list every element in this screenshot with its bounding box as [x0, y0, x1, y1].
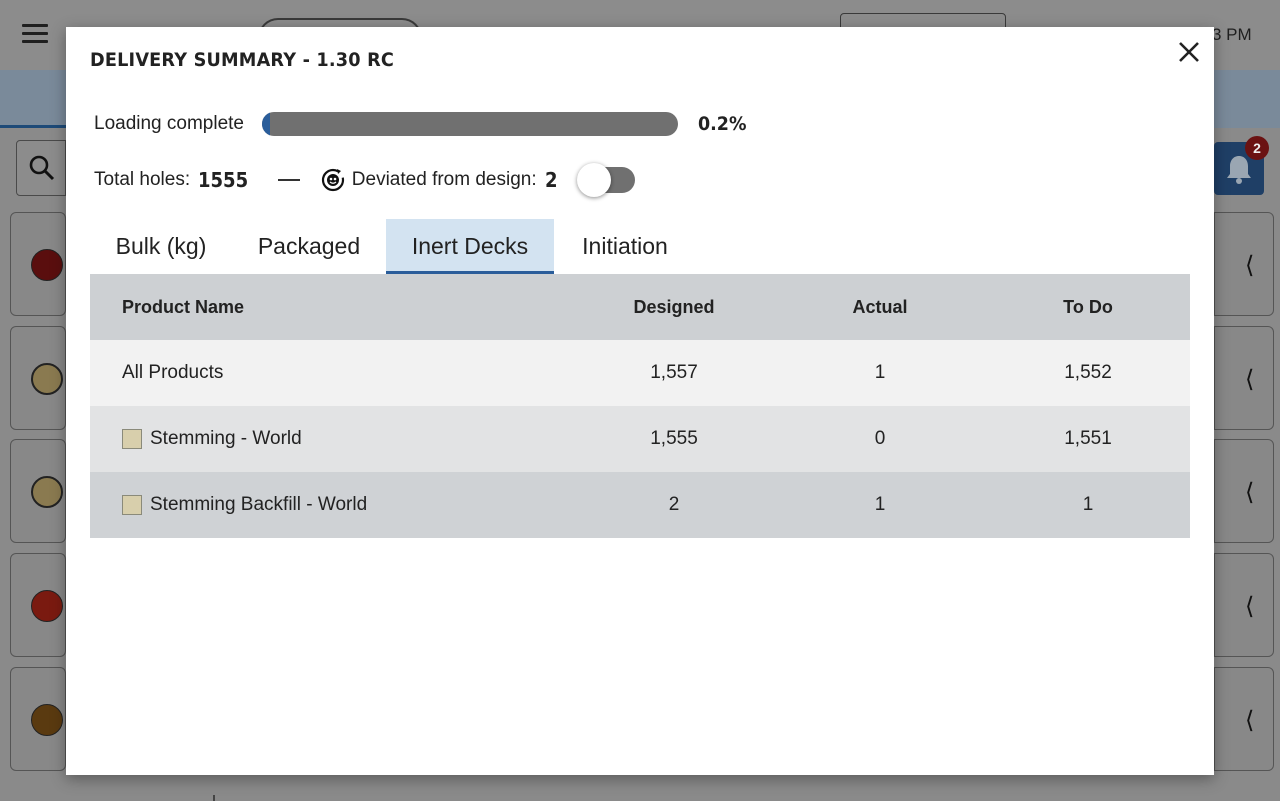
search-icon	[29, 155, 55, 181]
progress-percent: 0.2%	[698, 113, 747, 135]
tab-packaged[interactable]: Packaged	[232, 219, 386, 274]
actual-cell: 1	[874, 494, 886, 515]
header-actual: Actual	[852, 296, 908, 317]
tab-inert-decks[interactable]: Inert Decks	[386, 219, 554, 274]
actual-cell: 1	[874, 362, 886, 383]
hole-icon	[31, 363, 63, 395]
todo-cell: 1	[1082, 494, 1094, 515]
toggle-knob	[576, 163, 611, 197]
app-tab-indicator	[0, 125, 66, 128]
actual-cell: 0	[874, 428, 886, 449]
table-row: All Products 1,557 1 1,552	[90, 340, 1190, 406]
product-color-swatch	[122, 495, 142, 515]
stats-row: Total holes: 1555 Deviated from design: …	[94, 163, 635, 197]
list-item-action[interactable]: ⟨	[1214, 439, 1274, 543]
product-color-swatch	[122, 429, 142, 449]
deviated-toggle[interactable]	[576, 163, 635, 197]
status-dot-icon	[31, 249, 63, 281]
notification-badge: 2	[1245, 136, 1269, 160]
deviated-label: Deviated from design:	[351, 169, 537, 190]
drill-icon	[31, 590, 63, 622]
header-product-name: Product Name	[122, 296, 245, 317]
product-name-cell: Stemming Backfill - World	[90, 494, 574, 516]
todo-cell: 1,552	[1064, 362, 1112, 383]
loading-label: Loading complete	[94, 113, 244, 134]
designed-cell: 1,555	[650, 428, 698, 449]
divider	[213, 795, 215, 801]
list-item-action[interactable]: ⟨	[1214, 326, 1274, 430]
product-name-cell: Stemming - World	[90, 428, 574, 450]
list-item-action[interactable]: ⟨	[1214, 667, 1274, 771]
header-designed: Designed	[633, 296, 715, 317]
shovel-icon	[31, 704, 63, 736]
tab-initiation[interactable]: Initiation	[554, 219, 696, 274]
inert-decks-table: Product Name Designed Actual To Do All P…	[90, 274, 1190, 538]
tab-bulk[interactable]: Bulk (kg)	[90, 219, 232, 274]
table-header: Product Name Designed Actual To Do	[90, 274, 1190, 340]
product-name: Stemming - World	[150, 428, 302, 449]
header-todo: To Do	[1063, 296, 1113, 317]
total-holes-label: Total holes:	[94, 169, 191, 190]
deviation-icon	[321, 168, 344, 192]
list-item[interactable]	[10, 553, 66, 657]
search-button[interactable]	[16, 140, 66, 196]
loading-progress: Loading complete 0.2%	[94, 111, 751, 137]
table-row: Stemming - World 1,555 0 1,551	[90, 406, 1190, 472]
list-item[interactable]	[10, 212, 66, 316]
todo-cell: 1,551	[1064, 428, 1112, 449]
chevron-icon: ⟨	[1245, 479, 1255, 506]
chevron-icon: ⟨	[1245, 593, 1255, 620]
list-item[interactable]	[10, 326, 66, 430]
chevron-icon: ⟨	[1245, 366, 1255, 393]
clock-text: 3 PM	[1212, 25, 1252, 44]
progress-bar-fill	[262, 112, 271, 136]
list-item-action[interactable]: ⟨	[1214, 553, 1274, 657]
deviated-value: 2	[544, 168, 558, 192]
designed-cell: 2	[668, 494, 680, 515]
chevron-icon: ⟨	[1245, 707, 1255, 734]
close-icon[interactable]	[1174, 37, 1204, 67]
list-item-action[interactable]: ⟨	[1214, 212, 1274, 316]
product-name-cell: All Products	[90, 362, 574, 384]
dialog-title: DELIVERY SUMMARY - 1.30 RC	[90, 49, 395, 71]
list-item[interactable]	[10, 439, 66, 543]
product-tabs: Bulk (kg) Packaged Inert Decks Initiatio…	[90, 219, 696, 274]
table-row: Stemming Backfill - World 2 1 1	[90, 472, 1190, 538]
product-name: All Products	[122, 362, 224, 383]
hamburger-menu-icon[interactable]	[22, 24, 48, 44]
delivery-summary-dialog: DELIVERY SUMMARY - 1.30 RC Loading compl…	[66, 27, 1214, 775]
total-holes-value: 1555	[198, 168, 249, 192]
list-item[interactable]	[10, 667, 66, 771]
separator-dash	[277, 179, 300, 181]
progress-bar	[262, 112, 678, 136]
designed-cell: 1,557	[650, 362, 698, 383]
chevron-icon: ⟨	[1245, 252, 1255, 279]
product-name: Stemming Backfill - World	[150, 494, 368, 515]
hole-icon	[31, 476, 63, 508]
